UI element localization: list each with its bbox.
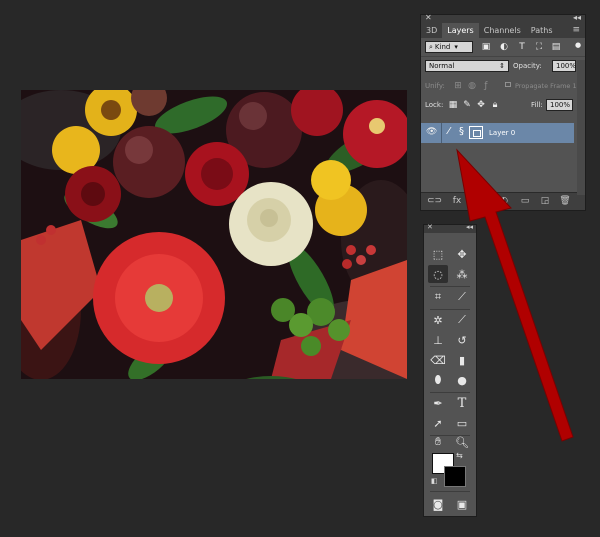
annotation-arrow [456,148,574,442]
red-arrow-shape [456,148,574,442]
